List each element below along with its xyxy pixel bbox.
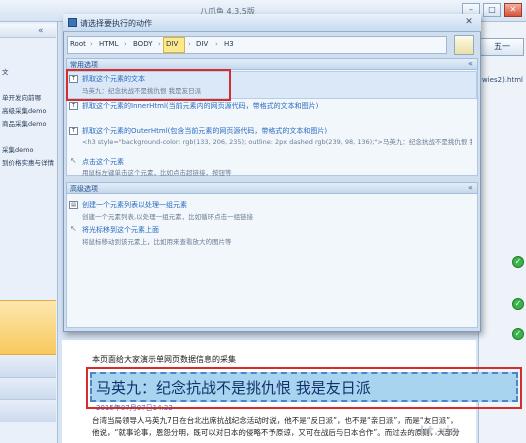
left-panel-header (0, 24, 56, 38)
maximize-icon[interactable]: □ (483, 3, 501, 17)
annotation-box (66, 69, 231, 101)
dialog-title: 请选择要执行的动作 (80, 19, 152, 28)
tree-item[interactable]: 单开发向前哪 (0, 92, 56, 105)
list-icon: ▤ (69, 201, 78, 209)
chevron-right-icon: › (158, 40, 161, 48)
section-header-advanced[interactable] (66, 182, 478, 194)
close-icon[interactable]: ✕ (462, 16, 476, 29)
option-desc: 用鼠标左键单击这个元素，比如点击超链接，按钮等 (82, 169, 232, 177)
watermark: kt.xia (420, 424, 459, 438)
hover-cursor-icon: ↖ (70, 224, 77, 233)
collapse-section-icon[interactable]: « (468, 183, 473, 192)
option-desc: 将鼠标移动到该元素上，比如用来查看放大的图片等 (82, 238, 232, 246)
collapse-left-icon[interactable]: « (38, 26, 44, 36)
tree-item[interactable] (0, 79, 56, 92)
option-title[interactable]: 抓取这个元素的OuterHtml(包含当前元素的网页源代码，带格式的文本和图片) (82, 126, 327, 136)
tree-item[interactable]: 高级采集demo (0, 105, 56, 118)
locate-element-icon[interactable] (454, 35, 474, 55)
left-nav-button[interactable] (0, 400, 56, 422)
option-title[interactable]: 创建一个元素列表以处理一组元素 (82, 200, 187, 210)
html-icon: T (69, 102, 78, 110)
left-selected-item[interactable] (0, 300, 56, 355)
option-title[interactable]: 点击这个元素 (82, 157, 124, 167)
path-crumb[interactable]: HTML (99, 40, 118, 48)
chevron-right-icon: › (124, 40, 127, 48)
tree-item[interactable]: 到价格实惠与详情 (0, 157, 56, 170)
app-icon (68, 18, 77, 27)
chevron-right-icon: › (215, 40, 218, 48)
task-tree: 文 单开发向前哪 高级采集demo 商品采集demo 采集demo 到价格实惠与… (0, 66, 56, 170)
chevron-right-icon: › (188, 40, 191, 48)
left-nav-button[interactable] (0, 378, 56, 400)
option-title[interactable]: 抓取这个元素的InnerHtml(当前元素内的网页源代码，带格式的文本和图片) (82, 101, 318, 111)
path-crumb[interactable]: Root (70, 40, 86, 48)
tree-item[interactable]: 采集demo (0, 144, 56, 157)
path-crumb-selected[interactable]: DIV (166, 40, 178, 48)
path-crumb[interactable]: H3 (224, 40, 234, 48)
url-fragment: wies2).html (482, 76, 523, 84)
section-title: 高级选项 (70, 185, 98, 193)
option-desc: <h3 style="background-color: rgb(133, 20… (82, 138, 472, 146)
collapse-section-icon[interactable]: « (468, 59, 473, 68)
check-icon: ✓ (512, 256, 524, 268)
check-icon: ✓ (512, 298, 524, 310)
page-intro: 本页面给大家演示单网页数据信息的采集 (92, 355, 236, 364)
left-nav-button[interactable] (0, 356, 56, 378)
annotation-box (86, 367, 522, 409)
tree-item[interactable] (0, 131, 56, 144)
next-step-button[interactable]: 五一 (480, 38, 524, 56)
path-crumb[interactable]: DIV (196, 40, 208, 48)
click-cursor-icon: ↖ (70, 156, 77, 165)
close-window-icon[interactable]: ✕ (504, 3, 522, 17)
tree-item[interactable]: 文 (0, 66, 56, 79)
tree-item[interactable]: 商品采集demo (0, 118, 56, 131)
check-icon: ✓ (512, 328, 524, 340)
option-desc: 创建一个元素列表,以处理一组元素，比如循环点击一组链接 (82, 213, 254, 221)
option-title[interactable]: 将光标移到这个元素上面 (82, 225, 159, 235)
path-crumb[interactable]: BODY (133, 40, 152, 48)
html-icon: T (69, 127, 78, 135)
chevron-right-icon: › (90, 40, 93, 48)
